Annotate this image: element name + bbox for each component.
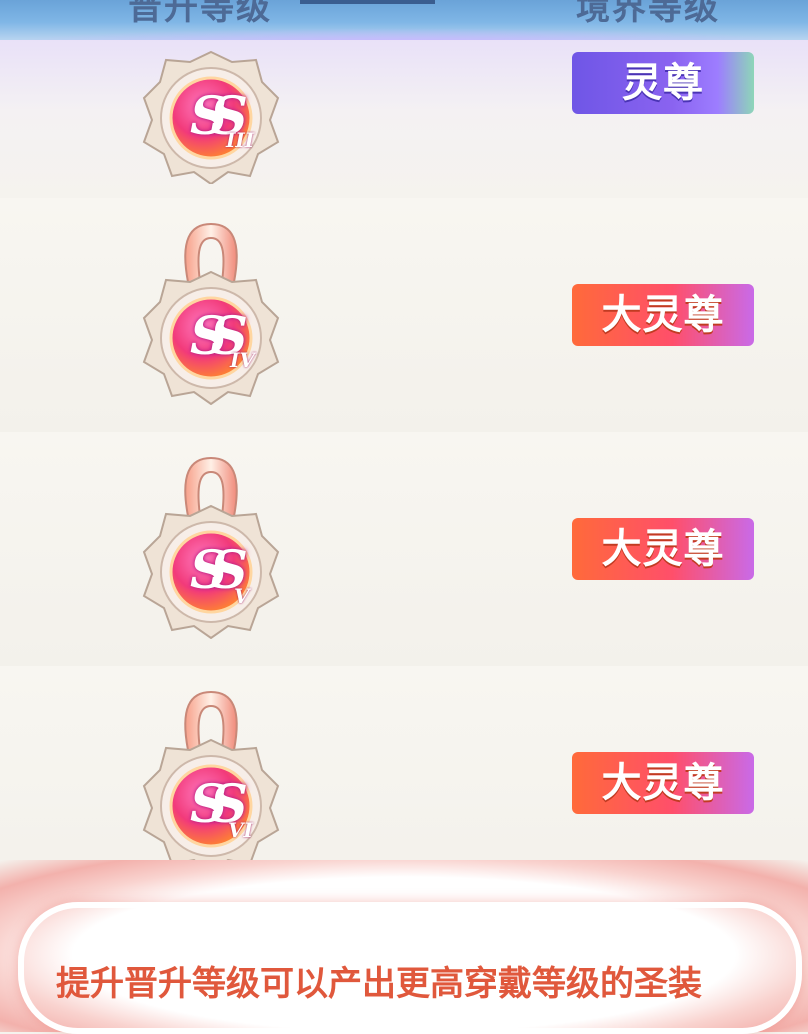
column-header-bar: 晋升等级 境界等级 [0,0,808,40]
badge-roman-numeral: V [234,584,250,608]
header-promotion-level: 晋升等级 [128,0,272,28]
tip-banner: 提升晋升等级可以产出更高穿戴等级的圣装 [0,860,808,1034]
realm-tag: 大灵尊 [572,518,754,580]
realm-tag: 大灵尊 [572,284,754,346]
tab-indicator [300,0,435,4]
rank-badge-icon: SS VI [140,688,282,873]
rank-row-3: SS V 大灵尊 [0,432,808,669]
badge-roman-numeral: VI [228,818,253,842]
badge-roman-numeral: IV [230,348,255,372]
realm-tag: 大灵尊 [572,752,754,814]
header-glow [0,28,808,40]
header-realm-level: 境界等级 [576,0,720,28]
badge-letters: SS [190,540,248,601]
tip-text: 提升晋升等级可以产出更高穿戴等级的圣装 [56,964,702,1004]
badge-letters: SS [190,306,248,367]
badge-letters: SS [190,86,248,147]
badge-roman-numeral: III [226,128,255,152]
rank-badge-icon: SS III [140,48,282,184]
rank-row-2: SS IV 大灵尊 [0,198,808,435]
rank-row-1: SS III 灵尊 [0,40,808,201]
rank-badge-icon: SS V [140,454,282,639]
rank-badge-icon: SS IV [140,220,282,405]
badge-letters: SS [190,774,248,835]
realm-tag: 灵尊 [572,52,754,114]
